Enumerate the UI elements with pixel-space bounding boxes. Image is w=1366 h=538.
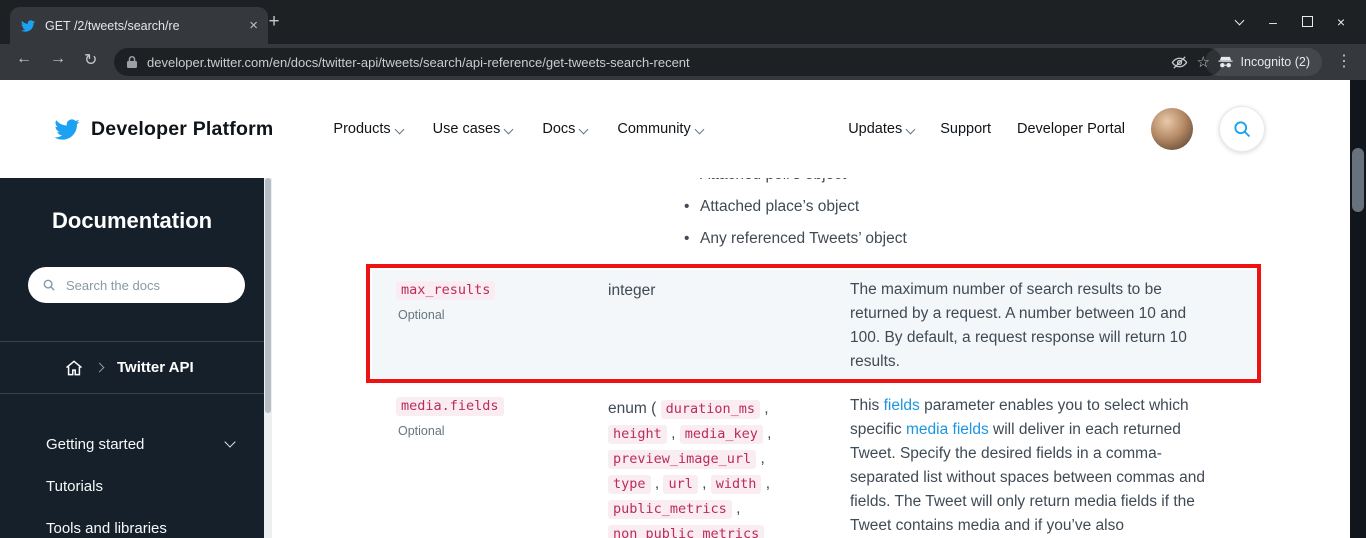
browser-menu-icon[interactable]: ⋮ [1336,51,1352,71]
chevron-down-icon [504,124,514,134]
chevron-down-icon [906,124,916,134]
nav-community[interactable]: Community [617,121,702,137]
site-header: Developer Platform Products Use cases Do… [0,80,1350,178]
browser-tab-strip: GET /2/tweets/search/re × + – × [0,0,1366,44]
url-text[interactable]: developer.twitter.com/en/docs/twitter-ap… [147,55,1162,70]
header-search-button[interactable] [1219,106,1265,152]
browser-toolbar: ← → ↻ developer.twitter.com/en/docs/twit… [0,44,1366,80]
sidebar-section-label: Twitter API [117,359,194,376]
brand-name: Developer Platform [91,118,273,141]
expansions-bullet-list: Attached poll’s object Attached place’s … [684,178,907,255]
chevron-right-icon [95,363,105,373]
enum-value-chip: url [663,475,697,494]
sidebar-item-label: Tutorials [46,478,103,495]
param-requirement: Optional [398,424,445,438]
sidebar-section-twitter-api[interactable]: Twitter API [0,341,264,394]
site-info-lock-icon[interactable] [126,55,138,69]
sidebar-search-input[interactable] [64,277,218,294]
param-type: integer [608,282,655,300]
window-maximize-button[interactable] [1290,14,1324,30]
param-requirement: Optional [398,308,445,322]
home-icon [64,358,84,378]
enum-value-chip: preview_image_url [608,450,756,469]
param-description: The maximum number of search results to … [850,278,1202,374]
page-scrollbar[interactable] [1350,80,1366,538]
param-name-max-results: max_results [396,281,495,300]
enum-value-chip: height [608,425,667,444]
tab-title: GET /2/tweets/search/re [45,19,240,33]
sidebar-item-label: Tools and libraries [46,520,167,537]
nav-products[interactable]: Products [333,121,402,137]
sidebar-item-tools-and-libraries[interactable]: Tools and libraries [0,507,264,538]
docs-sidebar: Documentation Twitter API Getting starte… [0,178,264,538]
browser-tab[interactable]: GET /2/tweets/search/re × [10,7,268,44]
search-icon [42,278,56,292]
doc-link[interactable]: media fields [906,421,989,438]
tab-close-icon[interactable]: × [249,18,258,33]
list-item: Any referenced Tweets’ object [684,223,907,255]
chevron-down-icon [579,124,589,134]
enum-token-list: duration_ms , height , media_key , previ… [608,400,771,538]
window-minimize-button[interactable]: – [1256,14,1290,30]
search-icon [1232,119,1252,139]
param-description: This fields parameter enables you to sel… [850,394,1230,538]
param-name-media-fields: media.fields [396,397,504,416]
window-close-button[interactable]: × [1324,14,1358,30]
enum-value-chip: duration_ms [661,400,760,419]
back-button[interactable]: ← [16,50,32,68]
sidebar-item-tutorials[interactable]: Tutorials [0,465,264,507]
window-controls: – × [1222,4,1358,40]
avatar[interactable] [1151,108,1193,150]
nav-use-cases[interactable]: Use cases [433,121,513,137]
enum-prefix: enum ( [608,400,656,417]
new-tab-button[interactable]: + [262,10,286,34]
docs-content: Attached poll’s object Attached place’s … [272,178,1350,538]
sidebar-item-getting-started[interactable]: Getting started [0,423,264,465]
incognito-label: Incognito (2) [1241,55,1310,69]
description-text: This [850,397,884,414]
chevron-down-icon [394,124,404,134]
browser-window: GET /2/tweets/search/re × + – × ← → ↻ de… [0,0,1366,538]
nav-updates[interactable]: Updates [848,121,914,137]
sidebar-item-label: Getting started [46,436,144,453]
incognito-icon [1217,54,1234,71]
nav-docs[interactable]: Docs [542,121,587,137]
reload-button[interactable]: ↻ [84,50,97,70]
window-menu-chevron-icon[interactable] [1222,14,1256,30]
page-scrollbar-thumb[interactable] [1352,148,1364,212]
nav-support[interactable]: Support [940,121,991,137]
eye-off-icon[interactable] [1171,54,1188,71]
address-bar[interactable]: developer.twitter.com/en/docs/twitter-ap… [114,48,1222,76]
sidebar-scrollbar-thumb[interactable] [265,178,271,413]
list-item: Attached poll’s object [684,178,907,191]
nav-developer-portal[interactable]: Developer Portal [1017,121,1125,137]
doc-link[interactable]: fields [884,397,920,414]
param-type-enum: enum ( duration_ms , height , media_key … [608,396,798,538]
twitter-favicon [20,19,36,33]
main-nav: Products Use cases Docs Community [333,121,702,137]
sidebar-title: Documentation [52,208,212,234]
header-right-nav: Updates Support Developer Portal [848,106,1265,152]
sidebar-scrollbar[interactable] [264,178,272,538]
enum-value-chip: non_public_metrics [608,525,764,538]
sidebar-search[interactable] [28,267,245,303]
brand-logo[interactable]: Developer Platform [52,117,273,142]
list-item: Attached place’s object [684,191,907,223]
twitter-bird-icon [52,117,82,142]
enum-value-chip: width [711,475,762,494]
chevron-down-icon [224,436,235,447]
forward-button[interactable]: → [50,50,66,68]
enum-value-chip: type [608,475,651,494]
chevron-down-icon [694,124,704,134]
enum-value-chip: media_key [680,425,763,444]
enum-value-chip: public_metrics [608,500,732,519]
incognito-badge[interactable]: Incognito (2) [1205,48,1322,76]
